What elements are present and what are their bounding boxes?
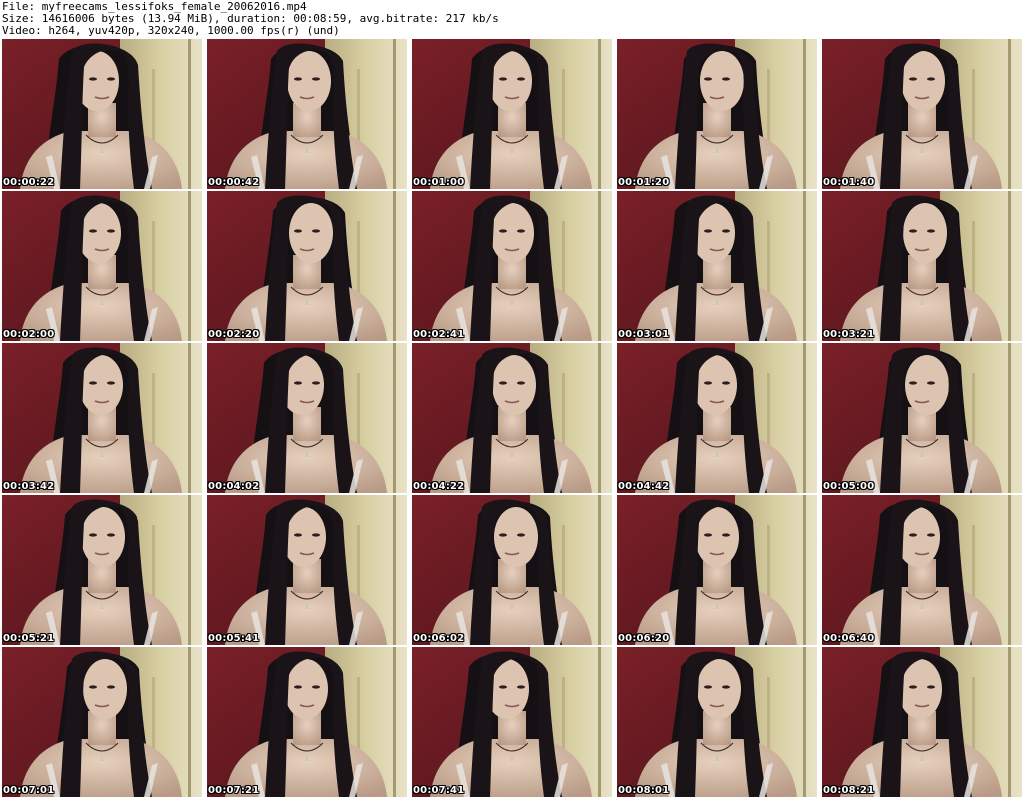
video-frame-image bbox=[2, 647, 202, 797]
thumbnail-timestamp: 00:05:41 bbox=[208, 633, 260, 644]
video-thumbnail[interactable]: 00:07:41 bbox=[412, 647, 612, 797]
video-thumbnail[interactable]: 00:06:20 bbox=[617, 495, 817, 645]
video-frame-image bbox=[412, 495, 612, 645]
thumbnail-timestamp: 00:06:40 bbox=[823, 633, 875, 644]
thumbnail-timestamp: 00:07:41 bbox=[413, 785, 465, 796]
video-frame-image bbox=[822, 495, 1022, 645]
thumbnail-timestamp: 00:01:40 bbox=[823, 177, 875, 188]
video-thumbnail[interactable]: 00:08:21 bbox=[822, 647, 1022, 797]
thumbnail-timestamp: 00:08:21 bbox=[823, 785, 875, 796]
video-frame-image bbox=[2, 343, 202, 493]
thumbnail-timestamp: 00:05:21 bbox=[3, 633, 55, 644]
video-frame-image bbox=[617, 39, 817, 189]
video-frame-image bbox=[412, 191, 612, 341]
video-thumbnail[interactable]: 00:03:42 bbox=[2, 343, 202, 493]
thumbnail-timestamp: 00:02:00 bbox=[3, 329, 55, 340]
video-frame-image bbox=[617, 647, 817, 797]
video-thumbnail[interactable]: 00:00:42 bbox=[207, 39, 407, 189]
video-thumbnail[interactable]: 00:05:21 bbox=[2, 495, 202, 645]
thumbnail-timestamp: 00:05:00 bbox=[823, 481, 875, 492]
video-frame-image bbox=[207, 39, 407, 189]
thumbnail-timestamp: 00:02:41 bbox=[413, 329, 465, 340]
thumbnail-timestamp: 00:07:21 bbox=[208, 785, 260, 796]
video-thumbnail[interactable]: 00:01:00 bbox=[412, 39, 612, 189]
video-thumbnail[interactable]: 00:07:01 bbox=[2, 647, 202, 797]
thumbnail-timestamp: 00:03:21 bbox=[823, 329, 875, 340]
video-frame-image bbox=[822, 343, 1022, 493]
video-frame-image bbox=[822, 191, 1022, 341]
thumbnail-timestamp: 00:04:42 bbox=[618, 481, 670, 492]
video-frame-image bbox=[2, 191, 202, 341]
video-frame-image bbox=[207, 495, 407, 645]
thumbnail-grid: 00:00:22 00:00:42 00:01:00 00:01:20 00:0… bbox=[2, 39, 1022, 797]
thumbnail-timestamp: 00:04:22 bbox=[413, 481, 465, 492]
video-frame-image bbox=[412, 39, 612, 189]
video-thumbnail[interactable]: 00:06:40 bbox=[822, 495, 1022, 645]
video-frame-image bbox=[207, 343, 407, 493]
video-frame-image bbox=[617, 343, 817, 493]
thumbnail-timestamp: 00:01:00 bbox=[413, 177, 465, 188]
thumbnail-timestamp: 00:07:01 bbox=[3, 785, 55, 796]
video-thumbnail[interactable]: 00:01:20 bbox=[617, 39, 817, 189]
thumbnail-timestamp: 00:03:42 bbox=[3, 481, 55, 492]
thumbnail-timestamp: 00:02:20 bbox=[208, 329, 260, 340]
video-frame-image bbox=[617, 191, 817, 341]
thumbnail-timestamp: 00:03:01 bbox=[618, 329, 670, 340]
video-frame-image bbox=[617, 495, 817, 645]
video-frame-image bbox=[2, 495, 202, 645]
video-thumbnail[interactable]: 00:03:01 bbox=[617, 191, 817, 341]
file-info-header: File: myfreecams_lessifoks_female_200620… bbox=[0, 0, 1024, 38]
video-frame-image bbox=[412, 647, 612, 797]
video-thumbnail[interactable]: 00:04:42 bbox=[617, 343, 817, 493]
video-thumbnail[interactable]: 00:06:02 bbox=[412, 495, 612, 645]
video-frame-image bbox=[822, 39, 1022, 189]
video-thumbnail[interactable]: 00:02:41 bbox=[412, 191, 612, 341]
thumbnail-timestamp: 00:04:02 bbox=[208, 481, 260, 492]
thumbnail-timestamp: 00:00:22 bbox=[3, 177, 55, 188]
thumbnail-timestamp: 00:08:01 bbox=[618, 785, 670, 796]
video-frame-image bbox=[412, 343, 612, 493]
video-thumbnail[interactable]: 00:08:01 bbox=[617, 647, 817, 797]
video-frame-image bbox=[2, 39, 202, 189]
thumbnail-timestamp: 00:06:20 bbox=[618, 633, 670, 644]
video-thumbnail[interactable]: 00:04:02 bbox=[207, 343, 407, 493]
video-thumbnail[interactable]: 00:03:21 bbox=[822, 191, 1022, 341]
video-thumbnail[interactable]: 00:01:40 bbox=[822, 39, 1022, 189]
thumbnail-timestamp: 00:06:02 bbox=[413, 633, 465, 644]
video-thumbnail[interactable]: 00:07:21 bbox=[207, 647, 407, 797]
video-info-line: Video: h264, yuv420p, 320x240, 1000.00 f… bbox=[2, 24, 340, 37]
video-frame-image bbox=[822, 647, 1022, 797]
video-thumbnail[interactable]: 00:05:00 bbox=[822, 343, 1022, 493]
thumbnail-timestamp: 00:00:42 bbox=[208, 177, 260, 188]
video-frame-image bbox=[207, 191, 407, 341]
video-thumbnail[interactable]: 00:02:20 bbox=[207, 191, 407, 341]
video-thumbnail[interactable]: 00:05:41 bbox=[207, 495, 407, 645]
video-thumbnail[interactable]: 00:00:22 bbox=[2, 39, 202, 189]
video-thumbnail[interactable]: 00:02:00 bbox=[2, 191, 202, 341]
video-thumbnail[interactable]: 00:04:22 bbox=[412, 343, 612, 493]
thumbnail-timestamp: 00:01:20 bbox=[618, 177, 670, 188]
video-frame-image bbox=[207, 647, 407, 797]
